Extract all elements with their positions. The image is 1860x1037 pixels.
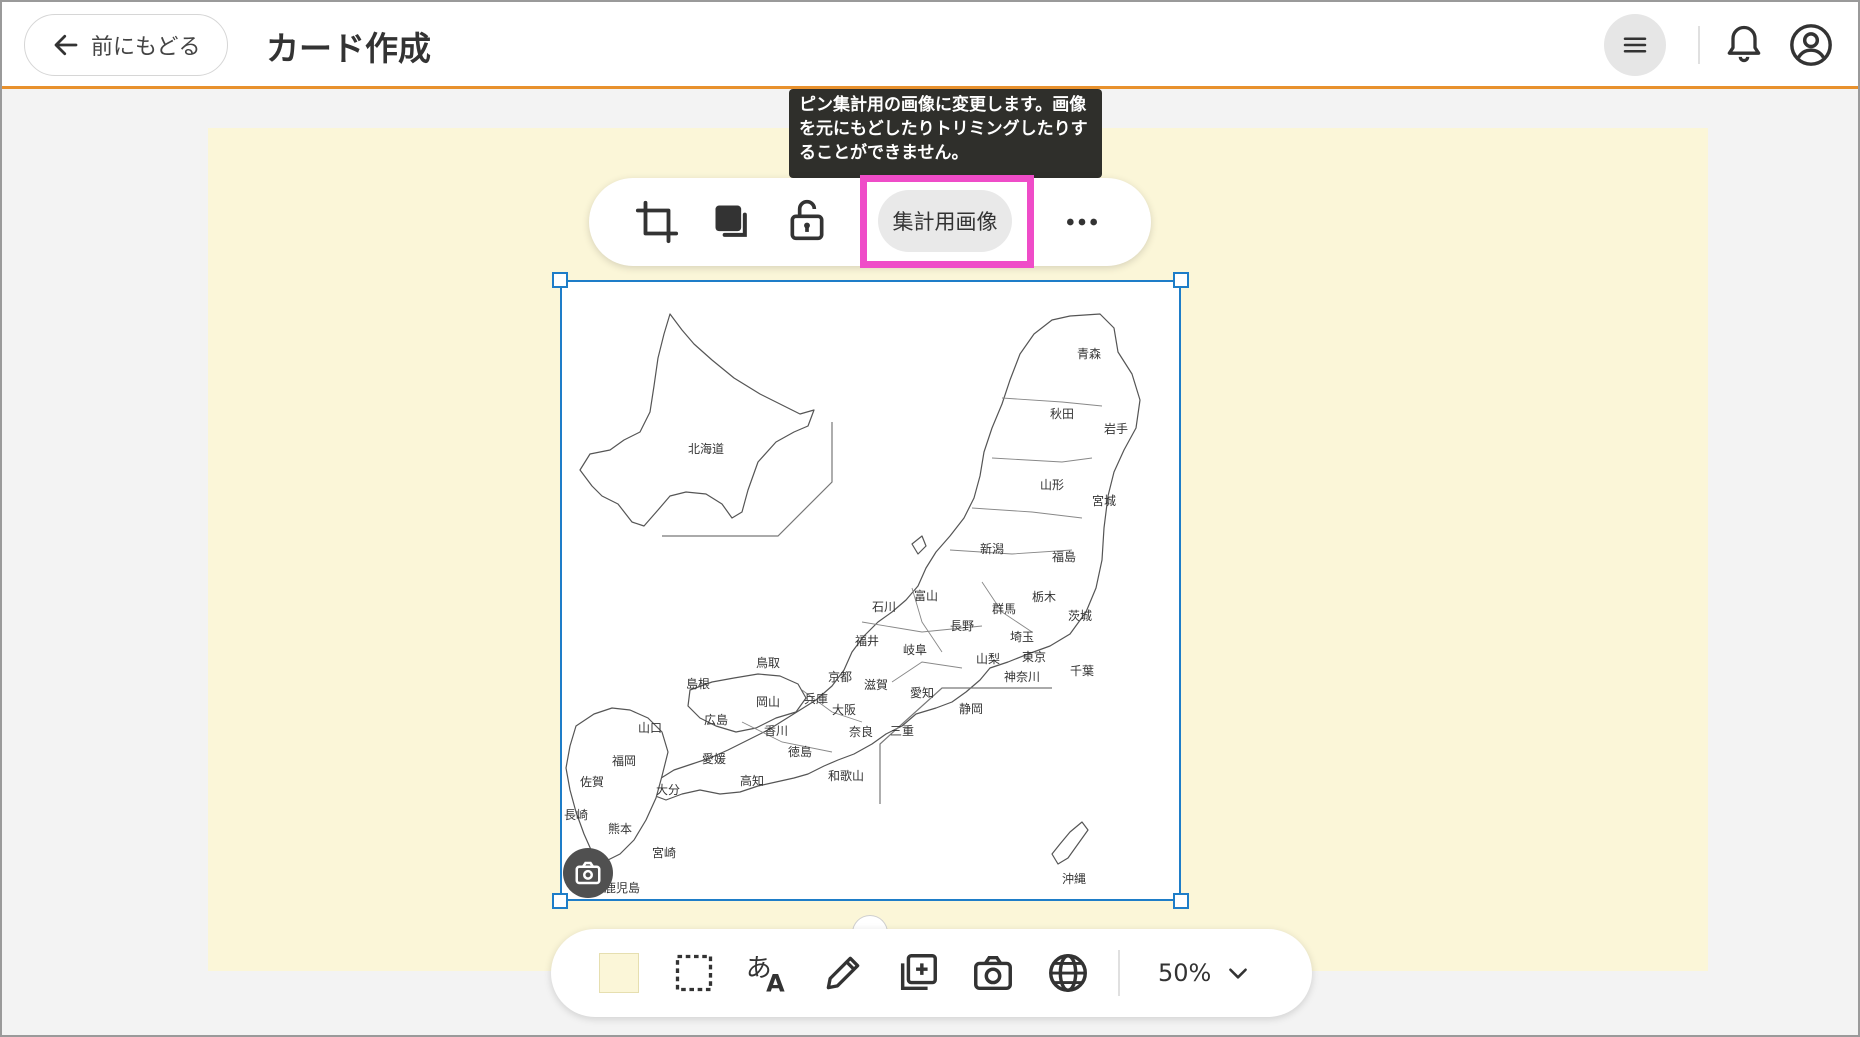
map-label: 青森 xyxy=(1077,347,1102,361)
map-label: 熊本 xyxy=(608,822,633,836)
map-label: 福岡 xyxy=(612,754,637,768)
camera-badge[interactable] xyxy=(563,848,613,898)
zoom-dropdown[interactable]: 50% xyxy=(1158,955,1251,991)
map-label: 福井 xyxy=(855,634,880,648)
app-header: 前にもどる カード作成 xyxy=(2,2,1858,89)
globe-svg xyxy=(1049,954,1087,992)
arrow-left-icon xyxy=(54,34,78,56)
map-label: 群馬 xyxy=(992,602,1017,616)
resize-handle-top-left[interactable] xyxy=(552,272,568,288)
map-label: 山形 xyxy=(1040,478,1065,492)
map-label: 千葉 xyxy=(1070,664,1095,678)
map-label: 愛媛 xyxy=(702,752,727,766)
menu-button[interactable] xyxy=(1604,14,1666,76)
text-input-icon[interactable]: あA xyxy=(744,949,792,997)
map-label: 愛知 xyxy=(910,686,935,700)
camera-switch-icon xyxy=(575,861,601,885)
map-label: 大分 xyxy=(656,783,681,797)
add-card-svg xyxy=(900,954,937,991)
map-label: 秋田 xyxy=(1050,407,1075,421)
tooltip: ピン集計用の画像に変更します。画像を元にもどしたりトリミングしたりすることができ… xyxy=(789,89,1102,178)
map-label: 長野 xyxy=(950,619,975,633)
map-label: 石川 xyxy=(872,600,897,614)
resize-handle-top-right[interactable] xyxy=(1173,272,1189,288)
pencil-icon[interactable] xyxy=(819,949,867,997)
sado-shape xyxy=(911,535,927,555)
page-title: カード作成 xyxy=(266,29,431,68)
dashed-rect-svg xyxy=(675,954,713,992)
map-label: 広島 xyxy=(704,713,729,727)
map-label: 鳥取 xyxy=(756,656,781,670)
map-label: 新潟 xyxy=(980,542,1005,556)
map-label: 和歌山 xyxy=(828,769,865,783)
back-button-label: 前にもどる xyxy=(91,35,201,60)
more-icon[interactable] xyxy=(1058,198,1106,246)
header-divider xyxy=(1698,26,1700,64)
map-label: 宮城 xyxy=(1092,494,1117,508)
map-label: 滋賀 xyxy=(864,678,889,692)
camera-icon[interactable] xyxy=(969,949,1017,997)
select-area-icon[interactable] xyxy=(670,949,718,997)
text-icon-svg: あA xyxy=(746,954,785,996)
map-label: 福島 xyxy=(1052,550,1077,564)
map-label: 奈良 xyxy=(849,725,874,739)
background-color-swatch[interactable] xyxy=(599,953,639,993)
layer-order-icon[interactable] xyxy=(708,198,756,246)
resize-handle-bottom-right[interactable] xyxy=(1173,893,1189,909)
map-label: 兵庫 xyxy=(804,692,829,706)
okinawa-shape xyxy=(1051,821,1089,865)
map-label: 埼玉 xyxy=(1010,630,1035,644)
map-label: 東京 xyxy=(1022,650,1047,664)
crop-icon-svg xyxy=(635,200,679,244)
resize-handle-bottom-left[interactable] xyxy=(552,893,568,909)
map-label: 山梨 xyxy=(976,652,1001,666)
svg-text:A: A xyxy=(766,969,785,996)
bell-icon[interactable] xyxy=(1722,22,1766,66)
map-label: 岩手 xyxy=(1104,422,1129,436)
map-label: 京都 xyxy=(828,670,853,684)
zoom-value: 50% xyxy=(1158,959,1212,987)
map-label: 宮崎 xyxy=(652,846,677,860)
layer-icon-svg xyxy=(715,205,747,237)
map-label: 神奈川 xyxy=(1004,670,1041,684)
map-label: 静岡 xyxy=(959,702,984,716)
japan-map xyxy=(565,313,1141,865)
back-button[interactable]: 前にもどる xyxy=(24,14,228,76)
map-label: 高知 xyxy=(740,774,765,788)
globe-icon[interactable] xyxy=(1044,949,1092,997)
camera-svg xyxy=(974,955,1012,991)
map-label: 香川 xyxy=(764,724,789,738)
map-label: 山口 xyxy=(638,721,663,735)
map-label: 富山 xyxy=(914,589,939,603)
map-label: 大阪 xyxy=(832,703,857,717)
map-label: 佐賀 xyxy=(580,775,605,789)
map-label: 北海道 xyxy=(688,442,725,456)
highlight-box xyxy=(860,175,1034,268)
hamburger-icon xyxy=(1623,37,1647,53)
map-label: 岐阜 xyxy=(903,643,928,657)
map-label: 栃木 xyxy=(1032,590,1057,604)
map-label: 島根 xyxy=(686,677,711,691)
hokkaido-shape xyxy=(579,313,815,527)
more-icon-svg xyxy=(1067,218,1097,226)
map-label: 岡山 xyxy=(756,695,781,709)
pencil-svg xyxy=(826,956,860,990)
account-icon[interactable] xyxy=(1788,22,1834,68)
lock-icon-svg xyxy=(790,199,824,241)
selected-image[interactable] xyxy=(560,280,1181,901)
map-label: 茨城 xyxy=(1068,609,1093,623)
toolbar-divider xyxy=(1118,950,1120,996)
map-label: 長崎 xyxy=(564,808,589,822)
map-label: 沖縄 xyxy=(1062,872,1087,886)
map-label: 徳島 xyxy=(788,745,813,759)
add-card-icon[interactable] xyxy=(894,949,942,997)
chevron-down-icon xyxy=(1229,968,1248,979)
lock-open-icon[interactable] xyxy=(783,196,831,244)
crop-icon[interactable] xyxy=(633,198,681,246)
map-label: 三重 xyxy=(890,724,915,738)
